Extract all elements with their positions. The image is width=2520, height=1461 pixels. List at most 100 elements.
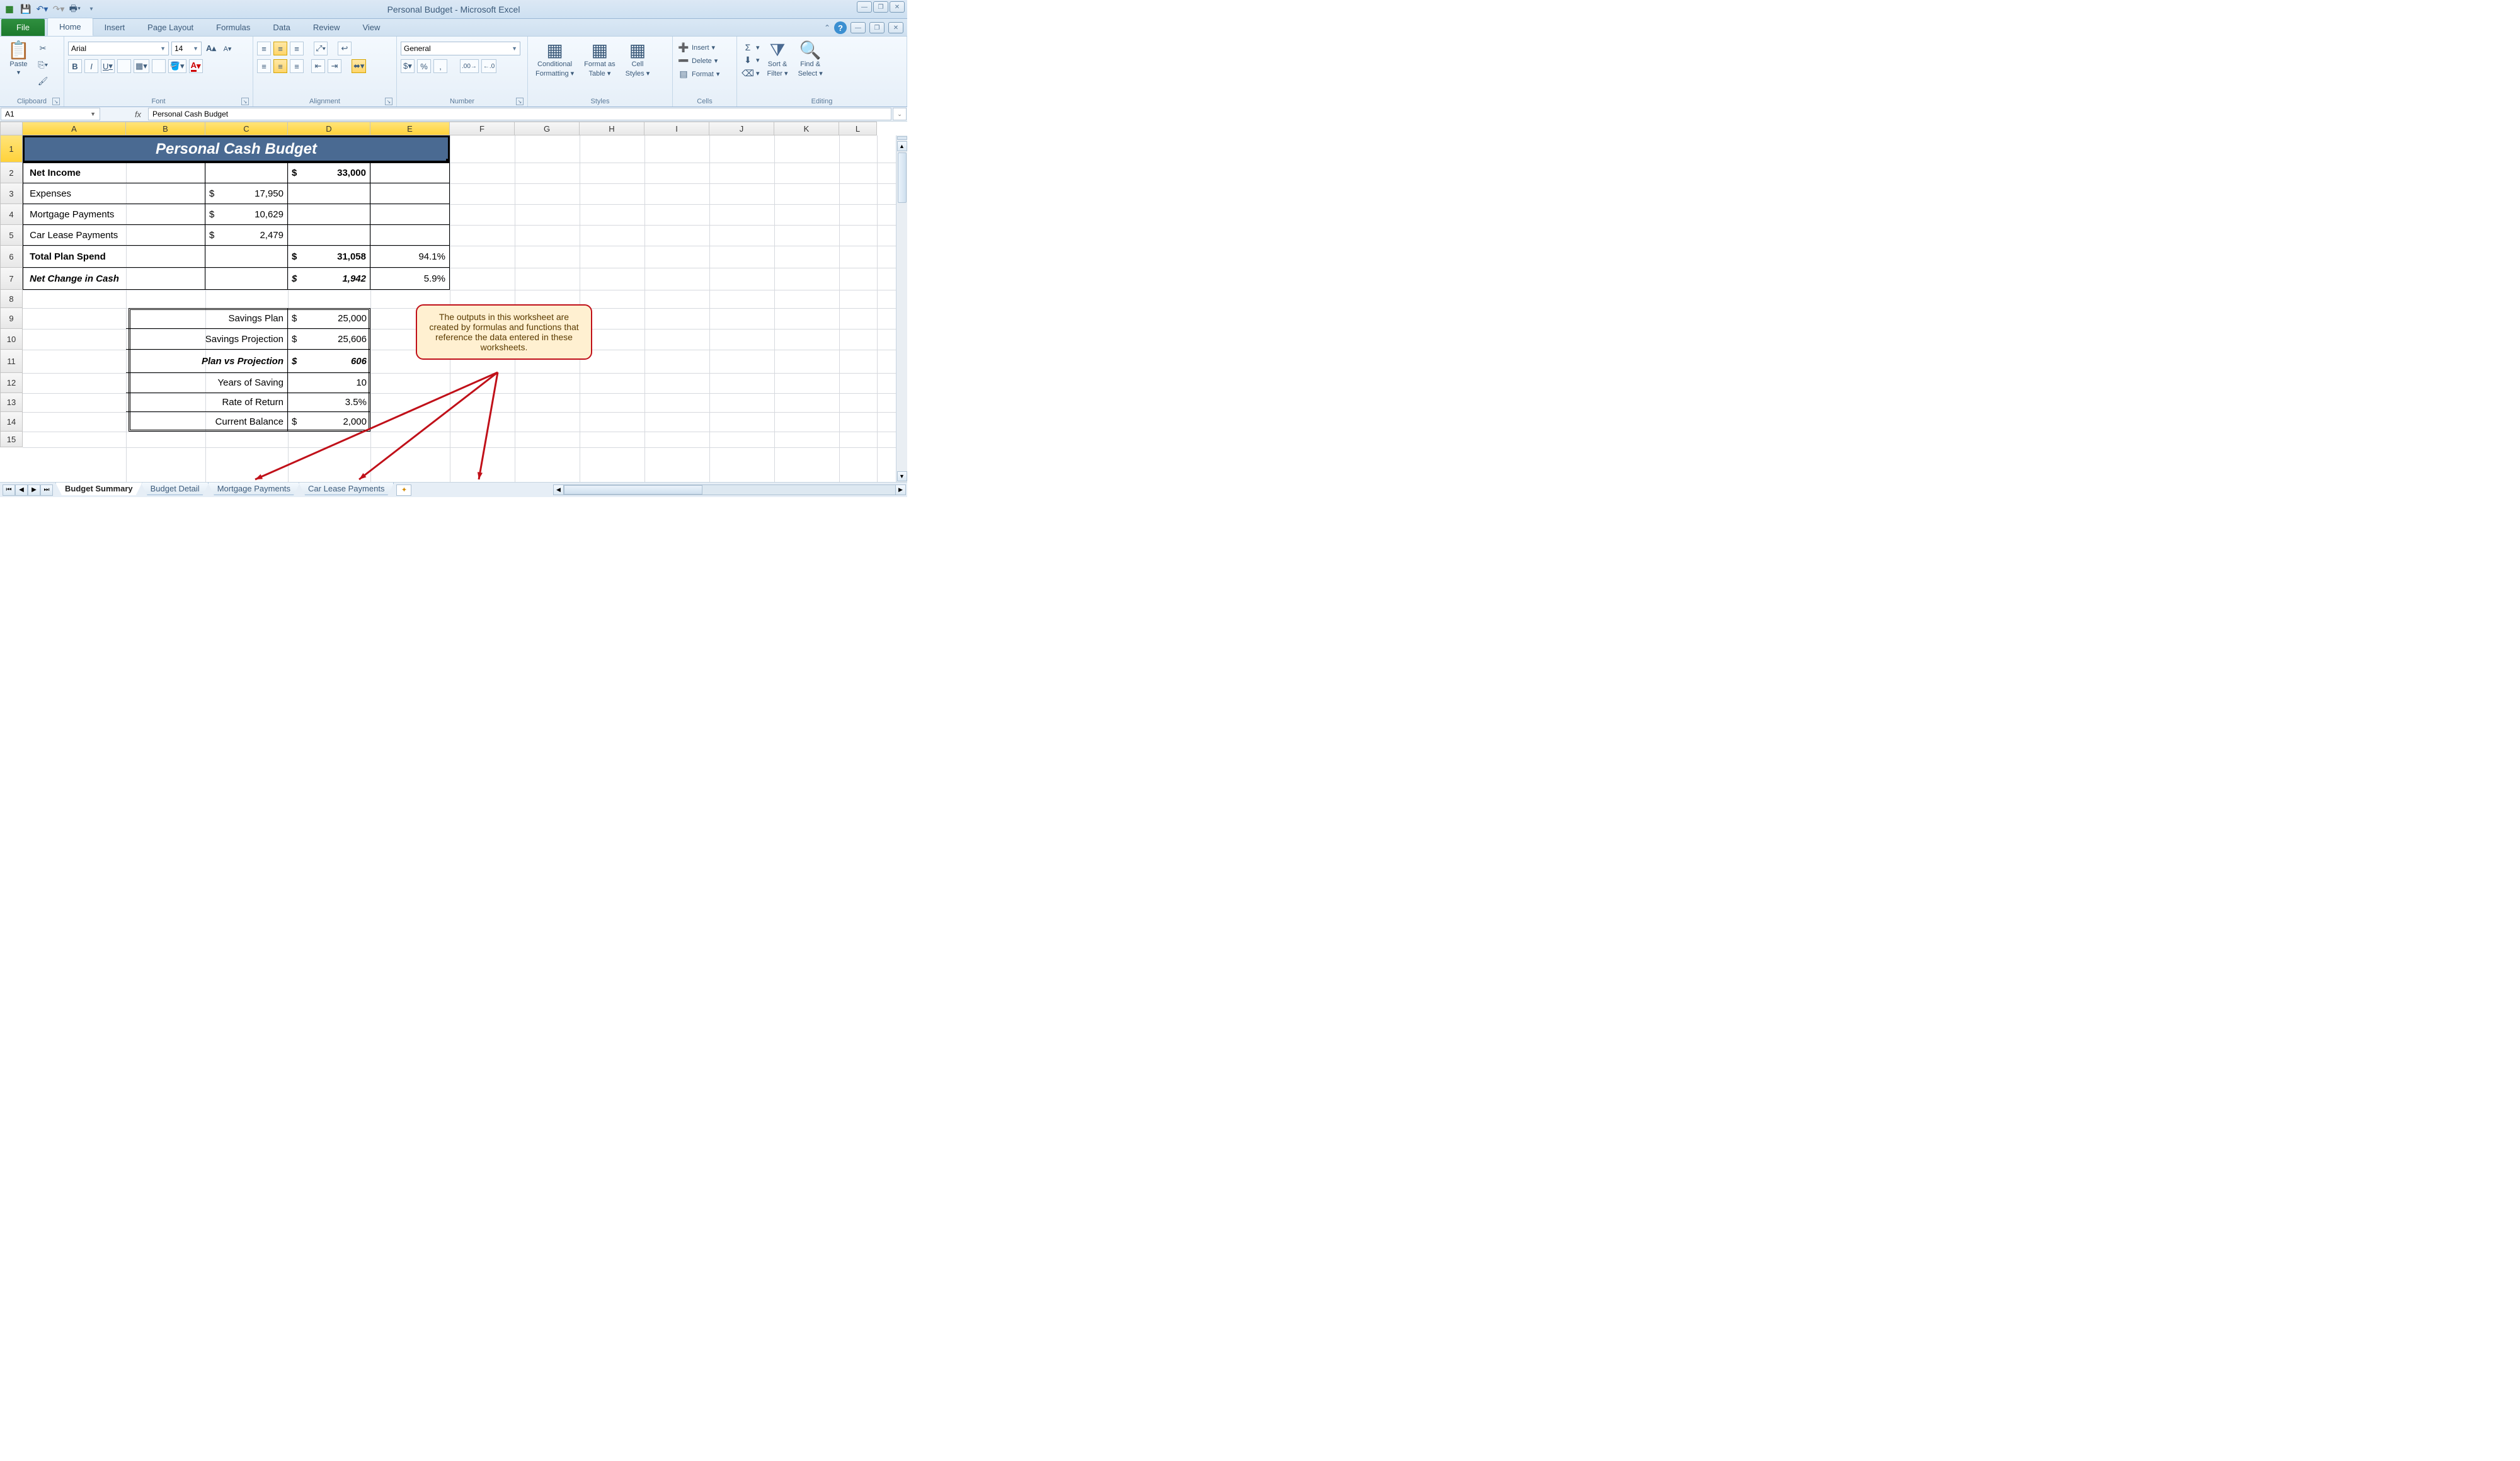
align-right-icon[interactable]: ≡ bbox=[290, 59, 304, 73]
cell-d10[interactable]: $25,606 bbox=[288, 329, 370, 350]
name-box-dropdown-icon[interactable]: ▼ bbox=[90, 111, 96, 117]
row-header-10[interactable]: 10 bbox=[0, 329, 23, 350]
decrease-decimal-icon[interactable]: ←.0 bbox=[481, 59, 496, 73]
redo-icon[interactable]: ↷▾ bbox=[52, 3, 66, 16]
sheet-first-button[interactable]: ⏮ bbox=[3, 484, 15, 496]
row-header-11[interactable]: 11 bbox=[0, 350, 23, 373]
row-header-3[interactable]: 3 bbox=[0, 183, 23, 204]
cell-a3[interactable]: Expenses bbox=[23, 183, 205, 204]
minimize-ribbon-icon[interactable]: ⌃ bbox=[824, 23, 830, 32]
column-header-H[interactable]: H bbox=[580, 122, 644, 135]
tab-page-layout[interactable]: Page Layout bbox=[136, 19, 205, 36]
cell-e2[interactable] bbox=[370, 163, 450, 183]
tab-review[interactable]: Review bbox=[302, 19, 352, 36]
cell-e4[interactable] bbox=[370, 204, 450, 225]
sheet-last-button[interactable]: ⏭ bbox=[40, 484, 53, 496]
insert-cells-button[interactable]: ➕Insert ▾ bbox=[677, 42, 721, 54]
sheet-tab-budget-summary[interactable]: Budget Summary bbox=[55, 483, 142, 495]
font-size-combo[interactable]: 14▼ bbox=[171, 42, 202, 55]
cell-d2[interactable]: $33,000 bbox=[288, 163, 370, 183]
cell-e6[interactable]: 94.1% bbox=[370, 246, 450, 268]
split-handle[interactable] bbox=[897, 136, 907, 140]
cell-d11[interactable]: $606 bbox=[288, 350, 370, 373]
workbook-restore-button[interactable]: ❐ bbox=[869, 22, 885, 33]
cell-d13[interactable]: 3.5% bbox=[288, 393, 370, 412]
column-header-L[interactable]: L bbox=[839, 122, 877, 135]
row-header-6[interactable]: 6 bbox=[0, 246, 23, 268]
column-header-G[interactable]: G bbox=[515, 122, 580, 135]
help-icon[interactable]: ? bbox=[834, 21, 847, 34]
format-as-table-button[interactable]: ▦ Format as Table ▾ bbox=[580, 39, 619, 80]
row-header-2[interactable]: 2 bbox=[0, 163, 23, 183]
tab-insert[interactable]: Insert bbox=[93, 19, 137, 36]
scroll-down-button[interactable]: ▼ bbox=[897, 471, 907, 481]
minimize-button[interactable]: — bbox=[857, 1, 872, 13]
name-box[interactable]: A1 ▼ bbox=[1, 108, 100, 120]
cell-d12[interactable]: 10 bbox=[288, 373, 370, 393]
sheet-tab-budget-detail[interactable]: Budget Detail bbox=[141, 483, 209, 495]
cell-c2[interactable] bbox=[205, 163, 288, 183]
cell-a7[interactable]: Net Change in Cash bbox=[23, 268, 205, 290]
delete-cells-button[interactable]: ➖Delete ▾ bbox=[677, 55, 721, 67]
print-icon[interactable]: 🖶▾ bbox=[68, 3, 82, 16]
alignment-launcher-icon[interactable]: ↘ bbox=[385, 98, 392, 105]
select-all-corner[interactable] bbox=[0, 122, 23, 135]
increase-indent-icon[interactable]: ⇥ bbox=[328, 59, 341, 73]
tab-formulas[interactable]: Formulas bbox=[205, 19, 261, 36]
hscroll-right-button[interactable]: ▶ bbox=[895, 484, 906, 495]
scroll-up-button[interactable]: ▲ bbox=[897, 141, 907, 151]
maximize-button[interactable]: ❐ bbox=[873, 1, 888, 13]
qat-customize-icon[interactable]: ▾ bbox=[84, 3, 98, 16]
cell-d6[interactable]: $31,058 bbox=[288, 246, 370, 268]
format-cells-button[interactable]: ▤Format ▾ bbox=[677, 68, 721, 80]
cell-e5[interactable] bbox=[370, 225, 450, 246]
row-header-15[interactable]: 15 bbox=[0, 432, 23, 447]
cell-c5[interactable]: $2,479 bbox=[205, 225, 288, 246]
hscroll-left-button[interactable]: ◀ bbox=[553, 484, 564, 495]
cell-c14[interactable]: Current Balance bbox=[126, 412, 288, 432]
formula-input[interactable]: Personal Cash Budget bbox=[148, 108, 891, 120]
cell-d9[interactable]: $25,000 bbox=[288, 308, 370, 329]
worksheet-grid[interactable]: ABCDEFGHIJKL 123456789101112131415 Perso… bbox=[0, 122, 907, 482]
scroll-thumb[interactable] bbox=[898, 152, 907, 203]
row-header-14[interactable]: 14 bbox=[0, 412, 23, 432]
row-header-4[interactable]: 4 bbox=[0, 204, 23, 225]
cell-c6[interactable] bbox=[205, 246, 288, 268]
percent-format-icon[interactable]: % bbox=[417, 59, 431, 73]
increase-decimal-icon[interactable]: .00→ bbox=[460, 59, 479, 73]
row-header-8[interactable]: 8 bbox=[0, 290, 23, 308]
fill-button[interactable]: ⬇▾ bbox=[741, 54, 761, 66]
insert-sheet-icon[interactable]: ✦ bbox=[396, 484, 411, 496]
undo-icon[interactable]: ↶▾ bbox=[35, 3, 49, 16]
row-header-13[interactable]: 13 bbox=[0, 393, 23, 412]
align-left-icon[interactable]: ≡ bbox=[257, 59, 271, 73]
clear-button[interactable]: ⌫▾ bbox=[741, 67, 761, 79]
font-color-button[interactable]: A▾ bbox=[189, 59, 203, 73]
sheet-next-button[interactable]: ▶ bbox=[28, 484, 40, 496]
sort-filter-button[interactable]: ⧩ Sort & Filter ▾ bbox=[764, 39, 792, 80]
vertical-scrollbar[interactable]: ▲ ▼ bbox=[896, 135, 907, 482]
insert-function-icon[interactable]: fx bbox=[129, 107, 147, 121]
cell-d4[interactable] bbox=[288, 204, 370, 225]
file-tab[interactable]: File bbox=[1, 19, 45, 36]
clipboard-launcher-icon[interactable]: ↘ bbox=[52, 98, 60, 105]
align-top-icon[interactable]: ≡ bbox=[257, 42, 271, 55]
align-middle-icon[interactable]: ≡ bbox=[273, 42, 287, 55]
sheet-prev-button[interactable]: ◀ bbox=[15, 484, 28, 496]
cell-a4[interactable]: Mortgage Payments bbox=[23, 204, 205, 225]
cell-e3[interactable] bbox=[370, 183, 450, 204]
font-name-combo[interactable]: Arial▼ bbox=[68, 42, 169, 55]
cell-c4[interactable]: $10,629 bbox=[205, 204, 288, 225]
cell-a2[interactable]: Net Income bbox=[23, 163, 205, 183]
cell-c3[interactable]: $17,950 bbox=[205, 183, 288, 204]
close-button[interactable]: ✕ bbox=[890, 1, 905, 13]
cell-d14[interactable]: $2,000 bbox=[288, 412, 370, 432]
decrease-indent-icon[interactable]: ⇤ bbox=[311, 59, 325, 73]
column-header-K[interactable]: K bbox=[774, 122, 839, 135]
copy-icon[interactable]: ⎘▾ bbox=[36, 58, 50, 72]
find-select-button[interactable]: 🔍 Find & Select ▾ bbox=[794, 39, 827, 80]
font-launcher-icon[interactable]: ↘ bbox=[241, 98, 249, 105]
column-header-B[interactable]: B bbox=[126, 122, 205, 135]
cell-a6[interactable]: Total Plan Spend bbox=[23, 246, 205, 268]
workbook-minimize-button[interactable]: — bbox=[850, 22, 866, 33]
